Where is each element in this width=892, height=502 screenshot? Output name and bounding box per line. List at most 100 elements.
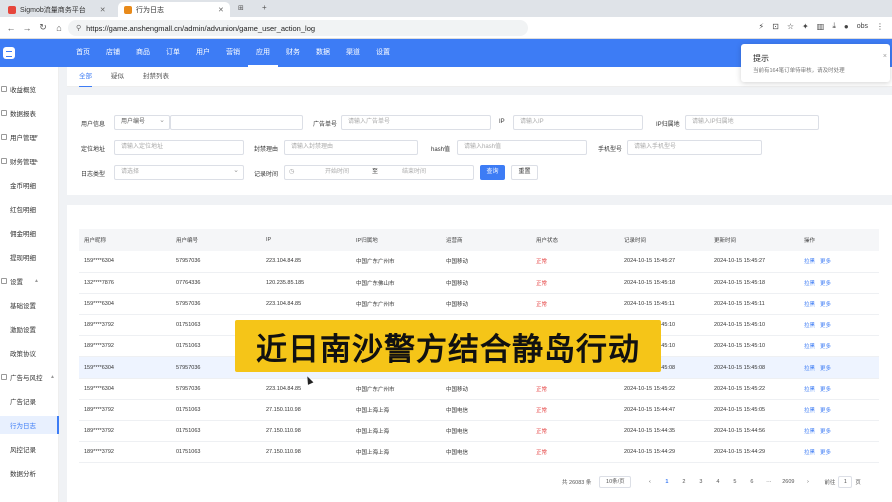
sidebar-item-data-analysis[interactable]: 数据分析 (0, 464, 59, 482)
ip-region-input[interactable]: 请输入IP归属地 (685, 115, 819, 130)
download-icon[interactable]: ⤓ (832, 21, 836, 31)
nav-channels[interactable]: 渠道 (338, 39, 368, 67)
more-button[interactable]: 更多 (820, 302, 831, 308)
forward-icon[interactable]: → (20, 23, 34, 33)
more-button[interactable]: 更多 (820, 366, 831, 372)
tab-close-icon[interactable]: ✕ (218, 6, 224, 14)
location-input[interactable]: 请输入定位地址 (114, 140, 244, 155)
sidebar-item-coins[interactable]: 金币明细 (0, 176, 59, 194)
more-button[interactable]: 更多 (820, 344, 831, 350)
tab-suspected[interactable]: 疑似 (111, 67, 124, 87)
nav-goods[interactable]: 商品 (128, 39, 158, 67)
page-4[interactable]: 4 (709, 476, 726, 488)
user-info-input[interactable] (170, 115, 303, 130)
sidebar-item-reports[interactable]: 数据报表 (0, 104, 59, 122)
menu-icon[interactable]: ⋮ (876, 22, 884, 31)
more-button[interactable]: 更多 (820, 281, 831, 287)
sidebar-icon[interactable]: ▥ (817, 22, 825, 31)
page-last[interactable]: 2609 (777, 476, 799, 488)
blacklist-button[interactable]: 拉黑 (804, 344, 815, 350)
search-button[interactable]: 查询 (480, 165, 505, 180)
blacklist-button[interactable]: 拉黑 (804, 429, 815, 435)
page-1[interactable]: 1 (658, 476, 675, 488)
translate-icon[interactable]: ⊡ (772, 22, 779, 31)
blacklist-button[interactable]: 拉黑 (804, 450, 815, 456)
page-2[interactable]: 2 (675, 476, 692, 488)
more-button[interactable]: 更多 (820, 450, 831, 456)
blacklist-button[interactable]: 拉黑 (804, 387, 815, 393)
toast-close-icon[interactable]: × (883, 53, 887, 60)
more-button[interactable]: 更多 (820, 323, 831, 329)
sidebar-item-incentive[interactable]: 激励设置 (0, 320, 59, 338)
tab-close-icon[interactable]: ✕ (100, 6, 106, 14)
page-5[interactable]: 5 (726, 476, 743, 488)
user-info-select[interactable]: 用户编号 (114, 114, 170, 130)
bookmark-star-icon[interactable]: ☆ (787, 22, 794, 31)
blacklist-button[interactable]: 拉黑 (804, 281, 815, 287)
page-size-select[interactable]: 10条/页 (599, 476, 632, 488)
sidebar-group-ads-risk[interactable]: 广告与风控 ▲ (0, 368, 59, 386)
sidebar-item-withdraw[interactable]: 提现明细 (0, 248, 59, 266)
blacklist-button[interactable]: 拉黑 (804, 366, 815, 372)
nav-data[interactable]: 数据 (308, 39, 338, 67)
end-time-input[interactable]: 结束时间 (402, 166, 426, 179)
nav-settings[interactable]: 设置 (368, 39, 398, 67)
nav-orders[interactable]: 订单 (158, 39, 188, 67)
nav-finance[interactable]: 财务 (278, 39, 308, 67)
more-button[interactable]: 更多 (820, 429, 831, 435)
sidebar-group-settings[interactable]: 设置 ▲ (0, 272, 59, 290)
start-time-input[interactable]: 开始时间 (325, 166, 349, 179)
more-button[interactable]: 更多 (820, 387, 831, 393)
reset-button[interactable]: 重置 (511, 165, 538, 180)
ad-order-input[interactable]: 请输入广告单号 (341, 115, 491, 130)
page-ellipsis[interactable]: ··· (760, 476, 777, 488)
tab-ban-list[interactable]: 封禁列表 (143, 67, 169, 87)
log-type-select[interactable]: 请选择 (114, 164, 244, 180)
new-tab-icon[interactable]: ⊞ (238, 4, 244, 12)
sidebar-item-redpacket[interactable]: 红包明细 (0, 200, 59, 218)
page-3[interactable]: 3 (692, 476, 709, 488)
reload-icon[interactable]: ↻ (36, 22, 50, 33)
sidebar-item-commission[interactable]: 佣金明细 (0, 224, 59, 242)
nav-users[interactable]: 用户 (188, 39, 218, 67)
url-field[interactable]: ⚲ https://game.anshengmall.cn/admin/advu… (68, 20, 528, 36)
ban-reason-input[interactable]: 请输入封禁理由 (284, 140, 418, 155)
phone-model-input[interactable]: 请输入手机型号 (627, 140, 762, 155)
sidebar-item-risk-records[interactable]: 风控记录 (0, 440, 59, 458)
nav-apps[interactable]: 应用 (248, 39, 278, 67)
home-icon[interactable]: ⌂ (52, 23, 66, 33)
sidebar-item-ad-records[interactable]: 广告记录 (0, 392, 59, 410)
blacklist-button[interactable]: 拉黑 (804, 323, 815, 329)
profile-icon[interactable]: ● (844, 22, 849, 31)
blacklist-button[interactable]: 拉黑 (804, 302, 815, 308)
blacklist-button[interactable]: 拉黑 (804, 408, 815, 414)
profile-name[interactable]: obs (857, 23, 868, 30)
sidebar-item-action-log[interactable]: 行为日志 (0, 416, 59, 434)
sidebar-item-revenue[interactable]: 收益概览 (0, 80, 59, 98)
hash-input[interactable]: 请输入hash值 (457, 140, 587, 155)
more-button[interactable]: 更多 (820, 259, 831, 265)
next-page-button[interactable]: › (799, 476, 816, 488)
more-button[interactable]: 更多 (820, 408, 831, 414)
add-tab-icon[interactable]: + (262, 3, 267, 12)
extensions-puzzle-icon[interactable]: ✦ (802, 22, 809, 31)
nav-marketing[interactable]: 营销 (218, 39, 248, 67)
record-time-range[interactable]: ◷ 开始时间 至 结束时间 (284, 165, 474, 180)
goto-page-input[interactable]: 1 (838, 476, 853, 488)
sidebar-item-policy[interactable]: 政策协议 (0, 344, 59, 362)
prev-page-button[interactable]: ‹ (641, 476, 658, 488)
sidebar-group-users[interactable]: 用户管理 ▼ (0, 128, 59, 146)
browser-tab-action-log[interactable]: 行为日志 ✕ (118, 2, 230, 17)
tab-all[interactable]: 全部 (79, 67, 92, 87)
nav-store[interactable]: 店铺 (98, 39, 128, 67)
sidebar-item-basic-settings[interactable]: 基础设置 (0, 296, 59, 314)
browser-tab-sigmob[interactable]: Sigmob流量商务平台 ✕ (2, 2, 112, 17)
sidebar-group-finance[interactable]: 财务管理 ▲ (0, 152, 59, 170)
extension-icon[interactable]: ⚡ (759, 22, 765, 31)
page-6[interactable]: 6 (743, 476, 760, 488)
back-icon[interactable]: ← (4, 23, 18, 33)
site-info-icon[interactable]: ⚲ (76, 24, 81, 32)
app-logo-icon[interactable] (3, 47, 15, 59)
ip-input[interactable]: 请输入IP (513, 115, 643, 130)
nav-home[interactable]: 首页 (68, 39, 98, 67)
